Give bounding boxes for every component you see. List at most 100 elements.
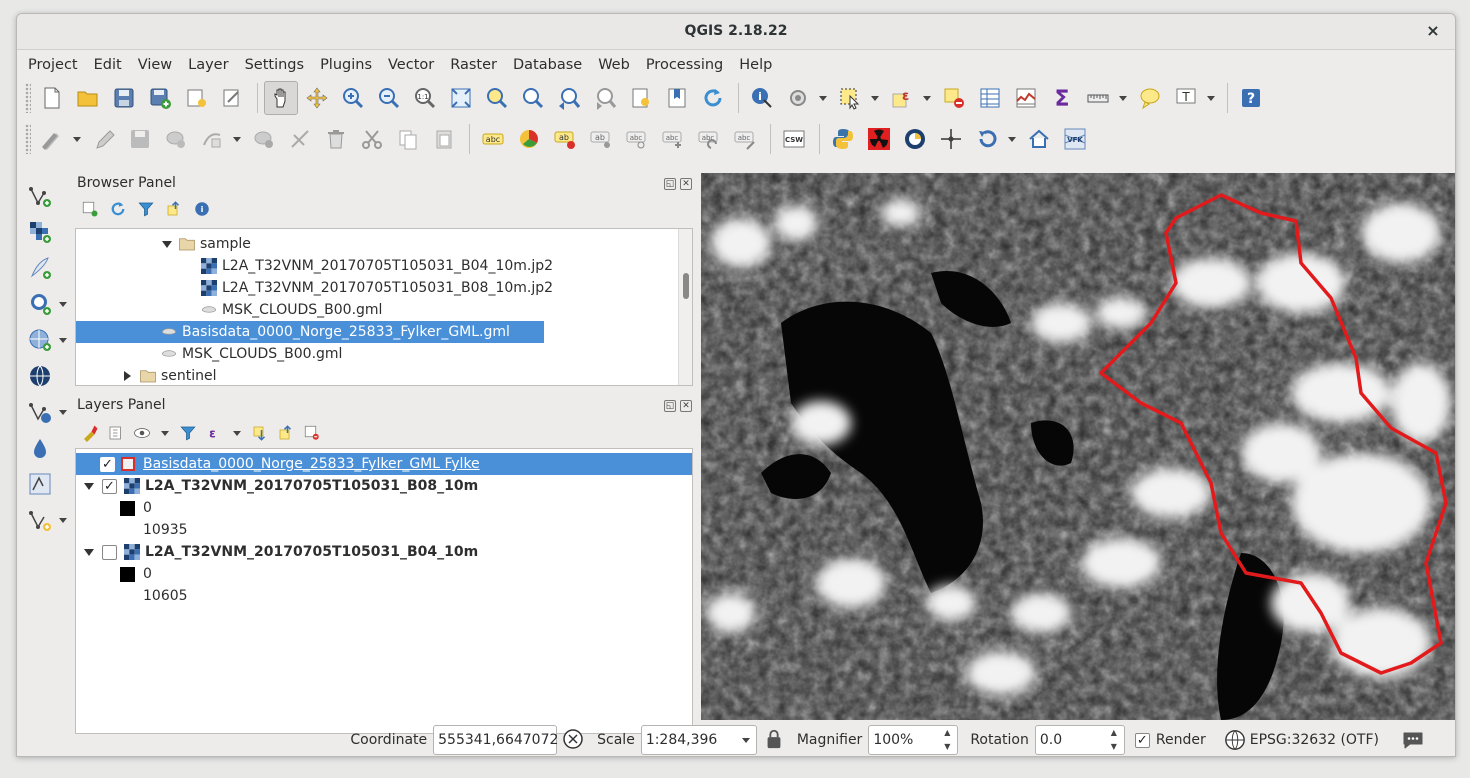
add-group-icon[interactable] xyxy=(107,424,125,442)
cut-features-icon[interactable] xyxy=(355,122,389,156)
coordinate-field[interactable]: 555341,6647072 xyxy=(433,725,558,755)
add-wfs-dropdown-arrow[interactable] xyxy=(57,395,69,429)
new-print-composer-icon[interactable] xyxy=(179,81,213,115)
browser-item-msk-clouds-sample[interactable]: MSK_CLOUDS_B00.gml xyxy=(200,299,382,321)
browser-scrollbar[interactable] xyxy=(678,229,692,385)
render-checkbox[interactable] xyxy=(1134,732,1150,748)
menu-help[interactable]: Help xyxy=(731,57,780,73)
delete-selected-icon[interactable] xyxy=(283,122,317,156)
add-spatialite-dropdown-arrow[interactable] xyxy=(57,323,69,357)
move-feature-icon[interactable] xyxy=(195,122,229,156)
measure-icon[interactable] xyxy=(1081,81,1115,115)
current-edits-icon[interactable] xyxy=(35,122,69,156)
menu-vector[interactable]: Vector xyxy=(380,57,442,73)
run-feature-action-icon[interactable] xyxy=(781,81,815,115)
change-label-icon[interactable]: abc xyxy=(692,122,726,156)
collapse-arrow-icon[interactable] xyxy=(124,371,131,381)
add-wfs-layer-icon[interactable] xyxy=(23,395,57,429)
expand-arrow-icon[interactable] xyxy=(162,240,172,248)
save-as-icon[interactable] xyxy=(143,81,177,115)
show-bookmarks-icon[interactable] xyxy=(660,81,694,115)
browser-collapse-all-icon[interactable] xyxy=(165,200,183,218)
zoom-in-icon[interactable] xyxy=(336,81,370,115)
zoom-native-icon[interactable]: 1:1 xyxy=(408,81,442,115)
zoom-last-icon[interactable] xyxy=(552,81,586,115)
zoom-next-icon[interactable] xyxy=(588,81,622,115)
pan-icon[interactable] xyxy=(264,81,298,115)
measure-dropdown-arrow[interactable] xyxy=(1117,81,1129,115)
zoom-out-icon[interactable] xyxy=(372,81,406,115)
new-shapefile-icon[interactable] xyxy=(23,503,57,537)
layer-row-b08[interactable]: L2A_T32VNM_20170705T105031_B08_10m xyxy=(84,475,478,497)
browser-item-sample[interactable]: sample xyxy=(162,233,251,255)
menu-plugins[interactable]: Plugins xyxy=(312,57,380,73)
browser-item-b04-jp2[interactable]: L2A_T32VNM_20170705T105031_B04_10m.jp2 xyxy=(200,255,553,277)
expand-arrow-icon[interactable] xyxy=(84,548,94,556)
browser-properties-icon[interactable]: i xyxy=(193,200,211,218)
new-project-icon[interactable] xyxy=(35,81,69,115)
menu-view[interactable]: View xyxy=(130,57,180,73)
crs-status[interactable]: EPSG:32632 (OTF) xyxy=(1250,732,1379,748)
rotation-spinbox[interactable]: 0.0 ▲ ▼ xyxy=(1034,725,1125,755)
manage-visibility-icon[interactable] xyxy=(133,424,151,442)
layer-row-fylke[interactable]: Basisdata_0000_Norge_25833_Fylker_GML Fy… xyxy=(76,453,692,475)
new-bookmark-icon[interactable] xyxy=(624,81,658,115)
open-project-icon[interactable] xyxy=(71,81,105,115)
toggle-extents-mouse-icon[interactable] xyxy=(561,727,587,753)
menu-raster[interactable]: Raster xyxy=(442,57,505,73)
browser-item-basisdata-gml[interactable]: Basisdata_0000_Norge_25833_Fylker_GML.gm… xyxy=(76,321,544,343)
add-vector-layer-icon[interactable] xyxy=(23,179,57,213)
delete-selected-trash-icon[interactable] xyxy=(319,122,353,156)
diagram-icon[interactable] xyxy=(512,122,546,156)
crosshair-icon[interactable] xyxy=(934,122,968,156)
layer-row-b04[interactable]: L2A_T32VNM_20170705T105031_B04_10m xyxy=(84,541,478,563)
lock-scale-icon[interactable] xyxy=(763,727,785,753)
menu-project[interactable]: Project xyxy=(20,57,86,73)
crs-globe-icon[interactable] xyxy=(1224,729,1246,751)
edit-label-icon[interactable]: abc xyxy=(728,122,762,156)
expression-dropdown-arrow[interactable] xyxy=(921,81,933,115)
layers-panel-float-icon[interactable]: ◱ xyxy=(664,400,676,412)
new-layer-dropdown-arrow[interactable] xyxy=(57,503,69,537)
copy-features-icon[interactable] xyxy=(391,122,425,156)
add-raster-layer-icon[interactable] xyxy=(23,215,57,249)
node-tool-icon[interactable] xyxy=(247,122,281,156)
toggle-editing-icon[interactable] xyxy=(87,122,121,156)
rotation-spin-arrows[interactable]: ▲ ▼ xyxy=(1108,726,1120,754)
filter-legend-icon[interactable] xyxy=(179,424,197,442)
add-selected-layer-icon[interactable] xyxy=(81,200,99,218)
add-feature-icon[interactable] xyxy=(159,122,193,156)
layer-styling-icon[interactable] xyxy=(81,424,99,442)
expression-filter-dropdown-arrow[interactable] xyxy=(231,424,243,442)
python-icon[interactable] xyxy=(826,122,860,156)
rotate-label-icon[interactable]: abc xyxy=(656,122,690,156)
add-delimited-text-icon[interactable] xyxy=(23,251,57,285)
edits-dropdown-arrow[interactable] xyxy=(71,122,83,156)
add-wms-layer-icon[interactable] xyxy=(23,359,57,393)
browser-item-msk-clouds[interactable]: MSK_CLOUDS_B00.gml xyxy=(160,343,342,365)
field-calculator-icon[interactable] xyxy=(1009,81,1043,115)
show-hide-labels-icon[interactable]: ab xyxy=(584,122,618,156)
zoom-to-layer-icon[interactable] xyxy=(516,81,550,115)
expand-arrow-icon[interactable] xyxy=(84,482,94,490)
add-virtual-layer-icon[interactable] xyxy=(23,431,57,465)
browser-scrollbar-thumb[interactable] xyxy=(683,273,689,299)
browser-item-sentinel[interactable]: sentinel xyxy=(124,365,217,385)
toolbar-grip[interactable] xyxy=(25,83,31,113)
deselect-icon[interactable] xyxy=(937,81,971,115)
paste-features-icon[interactable] xyxy=(427,122,461,156)
refresh-icon[interactable] xyxy=(696,81,730,115)
add-postgis-layer-icon[interactable] xyxy=(23,287,57,321)
radiation-icon[interactable] xyxy=(862,122,896,156)
attribute-table-icon[interactable] xyxy=(973,81,1007,115)
move-label-icon[interactable]: abc xyxy=(620,122,654,156)
action-dropdown-arrow[interactable] xyxy=(817,81,829,115)
browser-panel-close-icon[interactable]: ✕ xyxy=(680,178,692,190)
home-icon[interactable] xyxy=(1022,122,1056,156)
browser-refresh-icon[interactable] xyxy=(109,200,127,218)
expand-all-icon[interactable] xyxy=(251,424,269,442)
add-postgis-dropdown-arrow[interactable] xyxy=(57,287,69,321)
menu-layer[interactable]: Layer xyxy=(180,57,236,73)
layers-panel-close-icon[interactable]: ✕ xyxy=(680,400,692,412)
map-tips-icon[interactable] xyxy=(1133,81,1167,115)
